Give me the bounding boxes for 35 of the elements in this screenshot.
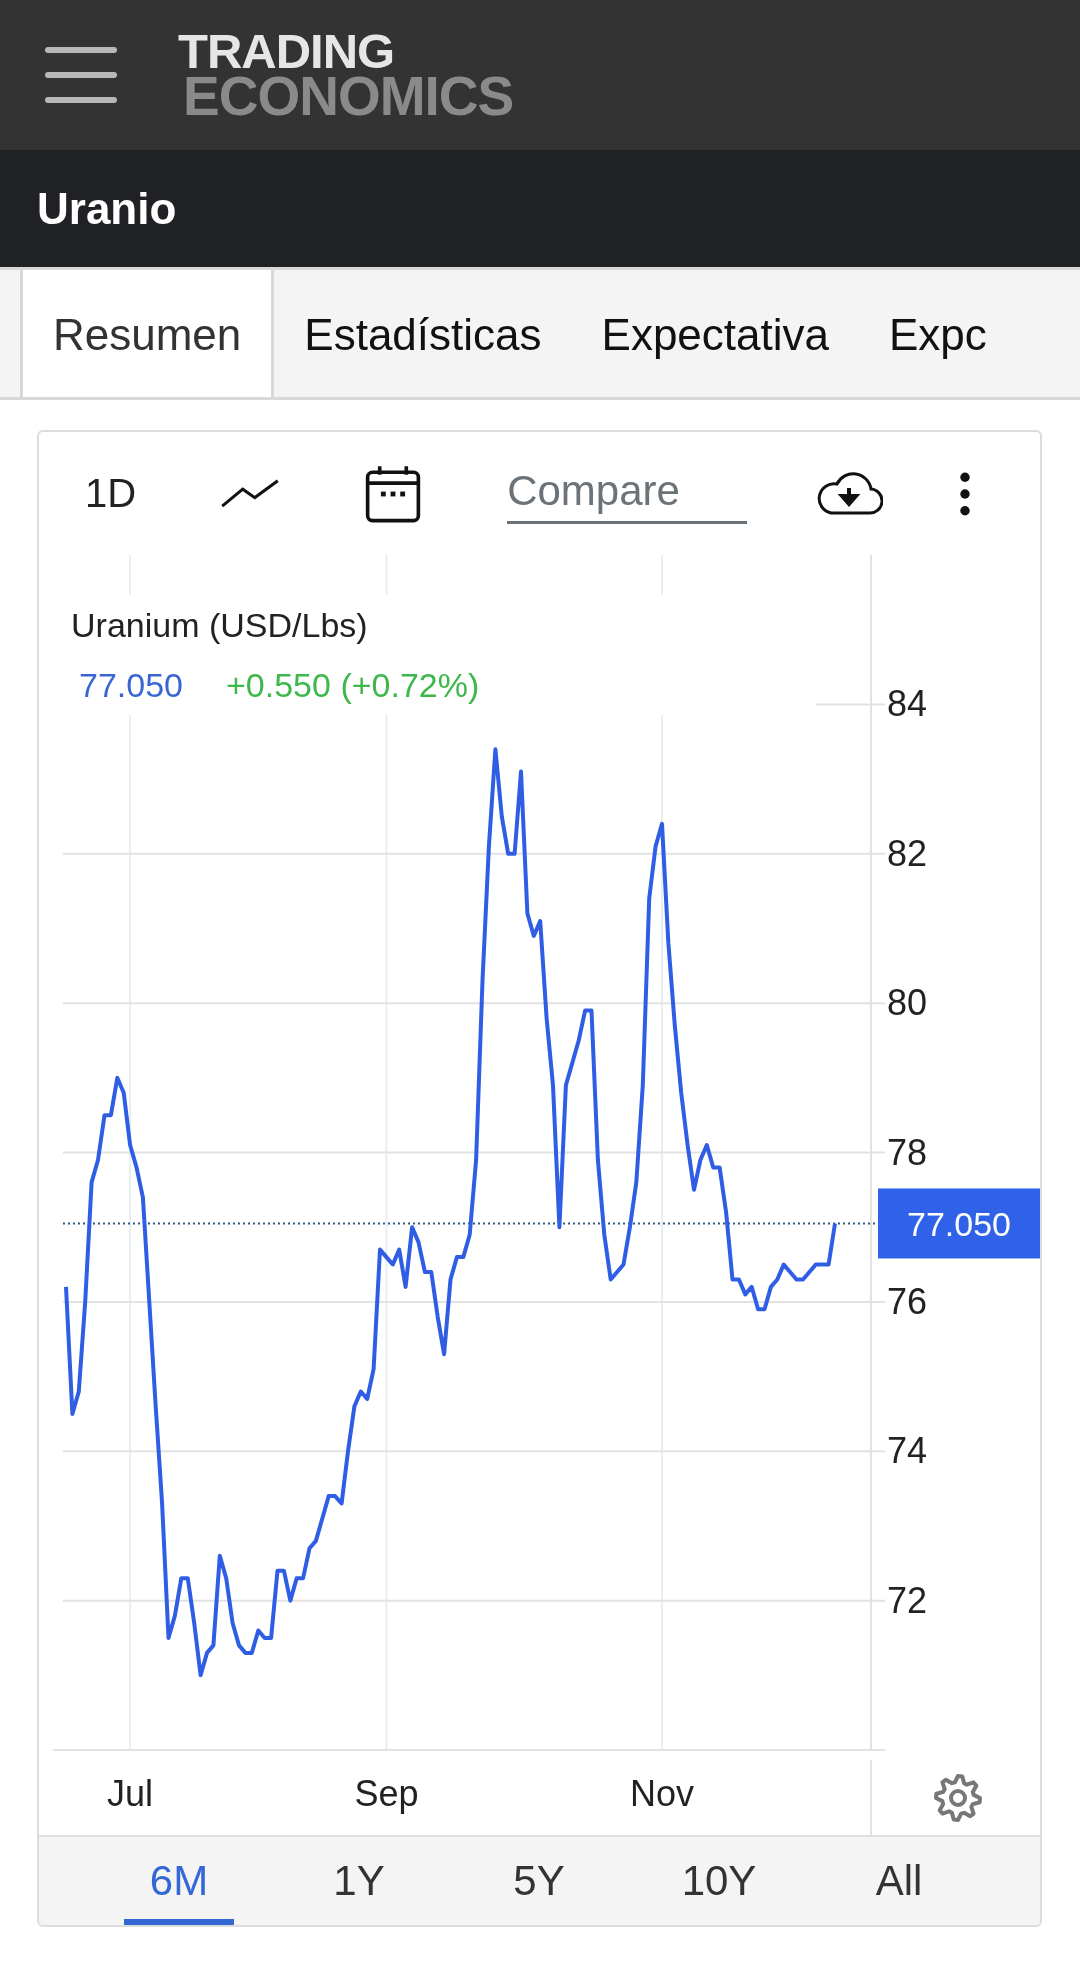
y-axis-label: 78 <box>887 1131 928 1173</box>
y-axis-label: 74 <box>887 1430 928 1472</box>
x-axis-label: Jul <box>107 1773 154 1814</box>
y-axis-label: 82 <box>887 832 928 874</box>
price-label: 77.050 <box>878 1188 1040 1259</box>
period-tab[interactable]: 10Y <box>629 1837 809 1925</box>
chart-title: Uranium (USD/Lbs) <box>71 606 368 644</box>
y-axis-label: 84 <box>887 683 928 725</box>
period-tab[interactable]: All <box>809 1837 989 1925</box>
period-tab[interactable]: 6M <box>124 1837 234 1925</box>
y-axis-label: 80 <box>887 982 928 1024</box>
page-title: Uranio <box>37 183 177 234</box>
period-tab[interactable]: 5Y <box>449 1837 629 1925</box>
ref-line-label: 77.050 <box>907 1205 1011 1244</box>
period-tab[interactable]: 1Y <box>269 1837 449 1925</box>
y-axis-label: 72 <box>887 1579 928 1621</box>
tab[interactable]: Estadísticas <box>274 270 572 397</box>
x-axis-label: Nov <box>629 1773 694 1814</box>
logo-text[interactable]: ECONOMICS <box>183 71 514 121</box>
compare-field[interactable]: Compare <box>507 463 748 524</box>
legend-price: 77.050 <box>79 666 183 704</box>
logo-text[interactable]: TRADING <box>178 31 514 71</box>
tab[interactable]: Expc <box>859 270 1017 397</box>
calendar-icon[interactable] <box>365 464 422 523</box>
tab[interactable]: Resumen <box>20 270 275 397</box>
menu-icon[interactable] <box>45 47 117 103</box>
tab[interactable]: Expectativa <box>571 270 859 397</box>
line-chart-icon[interactable] <box>221 478 280 509</box>
x-axis-label: Sep <box>354 1773 419 1814</box>
y-axis-label: 76 <box>887 1280 928 1322</box>
legend-change: +0.550 (+0.72%) <box>226 666 480 704</box>
cloud-download-icon[interactable] <box>815 471 884 516</box>
settings-icon[interactable] <box>934 1774 982 1822</box>
more-options-icon[interactable] <box>959 471 972 516</box>
interval-button[interactable]: 1D <box>85 471 137 516</box>
